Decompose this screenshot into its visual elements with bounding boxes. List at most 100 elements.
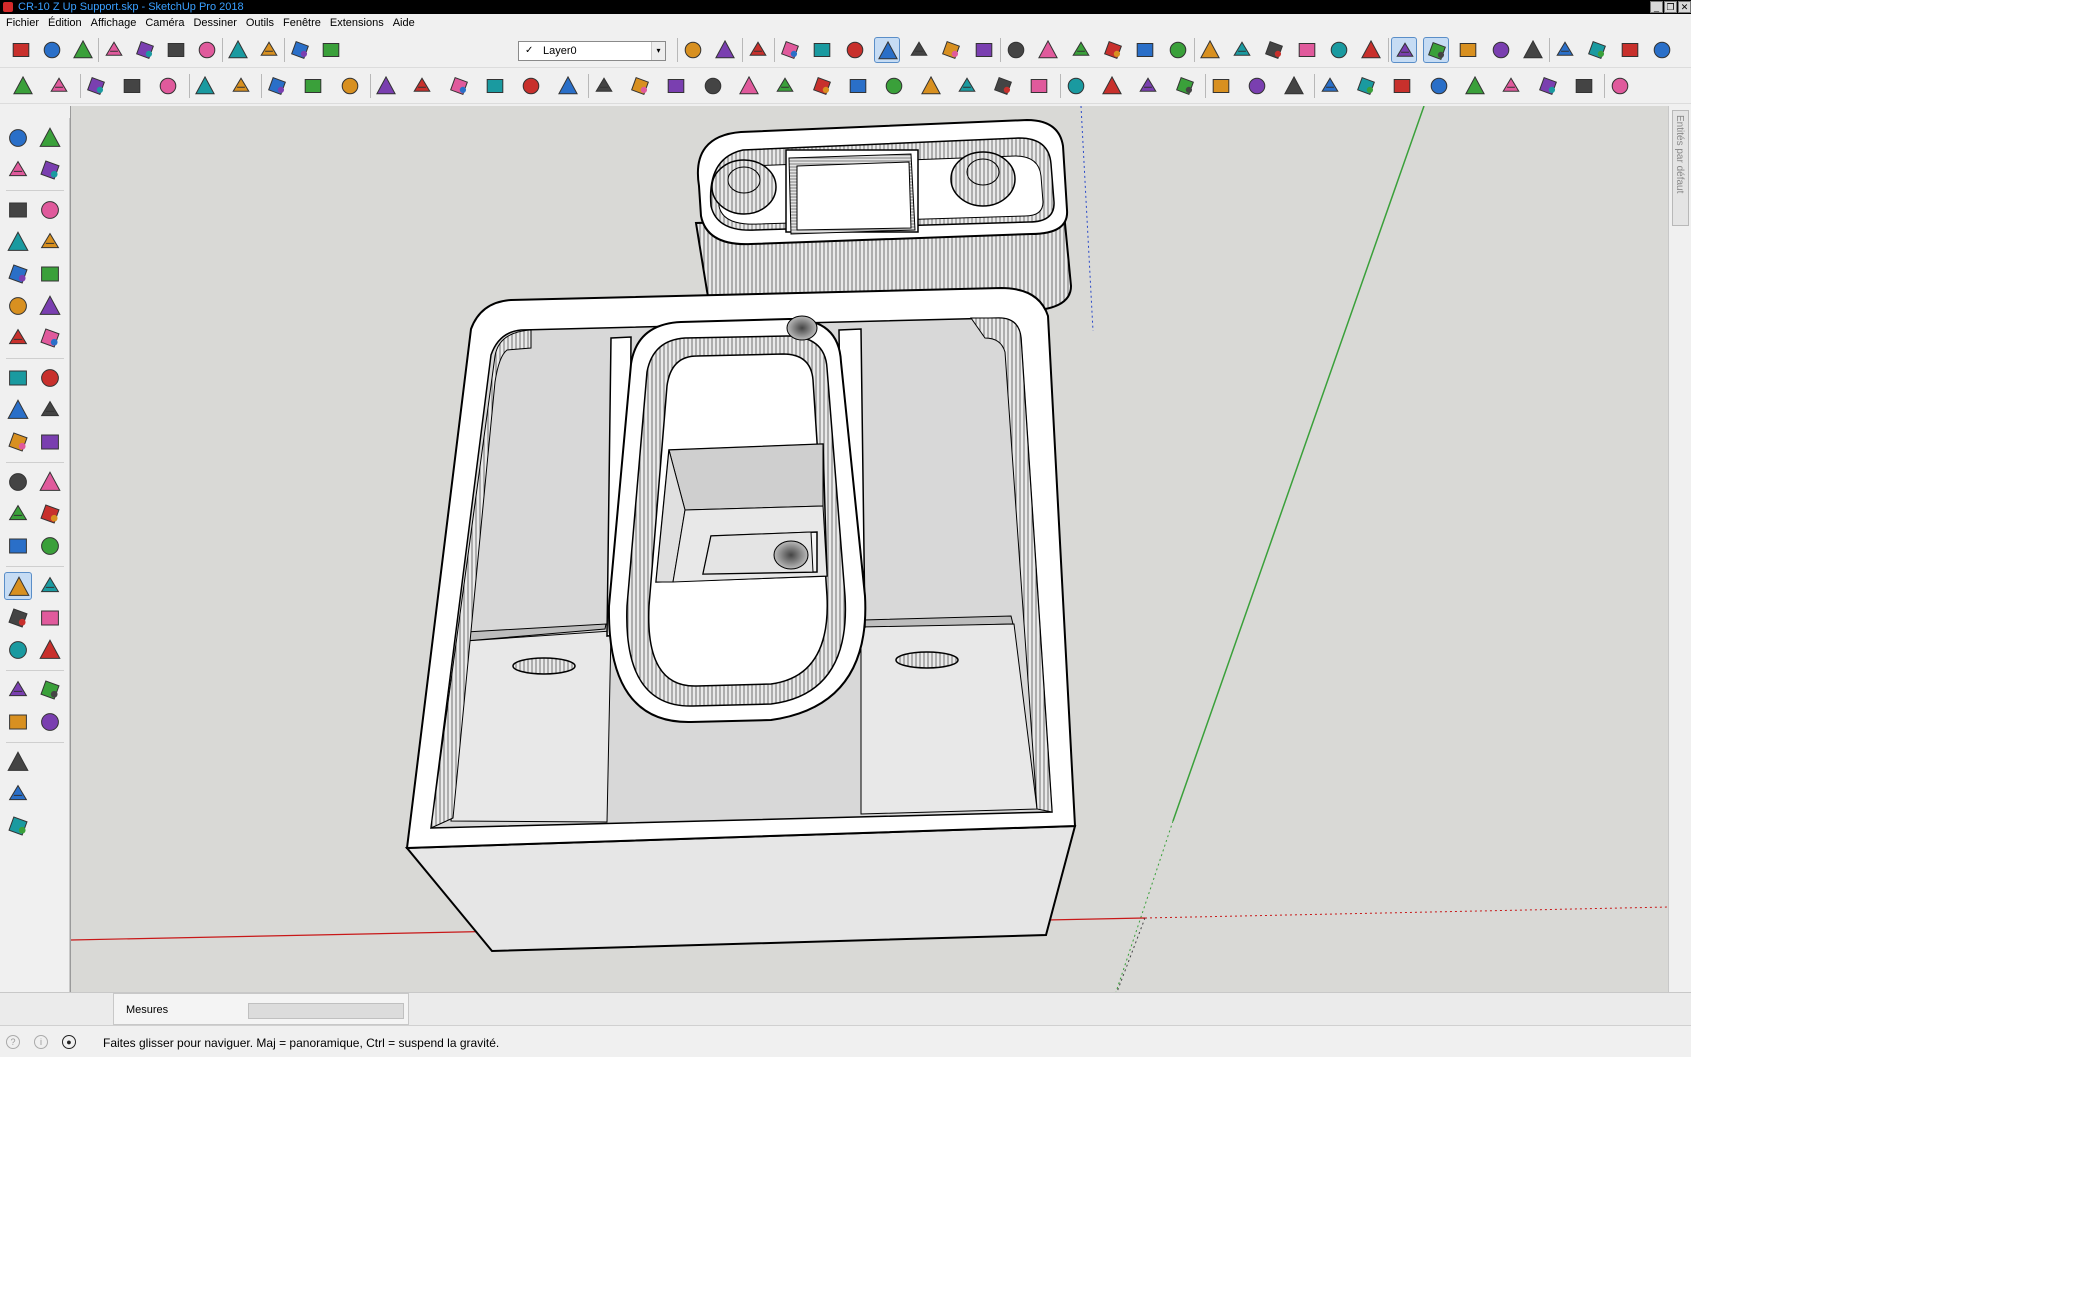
menu-edition[interactable]: Édition <box>46 17 89 29</box>
shaded-button[interactable] <box>906 37 932 63</box>
move-black-button[interactable] <box>1353 73 1379 99</box>
extension-warehouse-button[interactable] <box>1584 37 1610 63</box>
polygon-tool-button[interactable] <box>36 260 64 288</box>
push-pull-tool-button[interactable] <box>36 364 64 392</box>
text-button[interactable] <box>46 73 72 99</box>
2pt-arc-tool-button[interactable] <box>4 324 32 352</box>
right-view-button[interactable] <box>1100 37 1126 63</box>
wedge-button[interactable] <box>663 73 689 99</box>
orbit-button[interactable] <box>1390 37 1417 63</box>
3pt-arc-tool-button[interactable] <box>36 324 64 352</box>
component-tool-button[interactable] <box>36 124 64 152</box>
layer-dropdown[interactable]: ✓ Layer0 ▾ <box>518 41 666 61</box>
base-support-part[interactable] <box>404 286 1077 953</box>
follow-me-tool-button[interactable] <box>36 396 64 424</box>
zoom-extents-tool-button[interactable] <box>4 636 32 664</box>
crosshair-tool-button[interactable] <box>36 708 64 736</box>
rotate-button[interactable] <box>228 73 254 99</box>
walk-tool-button[interactable] <box>4 708 32 736</box>
menu-dessiner[interactable]: Dessiner <box>191 17 243 29</box>
flip-edge-button[interactable] <box>518 73 544 99</box>
arc-tool-button[interactable] <box>4 292 32 320</box>
menu-camera[interactable]: Caméra <box>143 17 191 29</box>
tube-button[interactable] <box>990 73 1016 99</box>
menu-aide[interactable]: Aide <box>391 17 422 29</box>
undo-button[interactable] <box>225 37 251 63</box>
chevron-down-icon[interactable]: ▾ <box>651 42 665 60</box>
geo-location-icon[interactable]: ? <box>6 1035 20 1049</box>
section-cut-button[interactable] <box>1208 73 1234 99</box>
monochrome-button[interactable] <box>971 37 997 63</box>
protractor-tool-button[interactable] <box>4 500 32 528</box>
credits-icon[interactable]: i <box>34 1035 48 1049</box>
sandbox-button[interactable] <box>1520 37 1546 63</box>
3d-warehouse-button[interactable] <box>712 37 738 63</box>
pan-button[interactable] <box>1455 37 1481 63</box>
stamp-button[interactable] <box>409 73 435 99</box>
toggle-terrain-button[interactable] <box>1617 37 1643 63</box>
add-detail-button[interactable] <box>482 73 508 99</box>
menu-extensions[interactable]: Extensions <box>328 17 391 29</box>
axes-button[interactable] <box>1649 37 1675 63</box>
pyramid-button[interactable] <box>700 73 726 99</box>
back-view-button[interactable] <box>1132 37 1158 63</box>
walkthrough-button[interactable] <box>1422 37 1449 63</box>
protractor-button[interactable] <box>155 73 181 99</box>
torus-button[interactable] <box>881 73 907 99</box>
3d-viewport[interactable] <box>70 106 1668 992</box>
section-plane-button[interactable] <box>1488 37 1514 63</box>
iso-button[interactable] <box>1003 37 1029 63</box>
user-account-icon[interactable]: ● <box>62 1035 76 1049</box>
cut-button[interactable] <box>101 37 127 63</box>
geodesic-button[interactable] <box>954 73 980 99</box>
explode-button[interactable] <box>1135 73 1161 99</box>
warehouse-blue-button[interactable] <box>4 780 32 808</box>
save-button[interactable] <box>70 37 96 63</box>
previous-view-tool-button[interactable] <box>36 636 64 664</box>
cube-button[interactable] <box>591 73 617 99</box>
move-n-button[interactable] <box>1498 73 1524 99</box>
select-button[interactable] <box>680 37 706 63</box>
section-tool-button[interactable] <box>36 532 64 560</box>
move-red-button[interactable] <box>1317 73 1343 99</box>
scale-button[interactable] <box>264 73 290 99</box>
default-tray-tab[interactable]: Entités par défaut <box>1672 110 1689 226</box>
pan-tool-button[interactable] <box>36 572 64 600</box>
restore-button[interactable]: ❐ <box>1664 1 1677 13</box>
rotate-tool-button[interactable] <box>4 396 32 424</box>
union-button[interactable] <box>1261 37 1287 63</box>
follow-me-button[interactable] <box>192 73 218 99</box>
drape-button[interactable] <box>446 73 472 99</box>
xray-button[interactable] <box>777 37 803 63</box>
rectangle-tool-button[interactable] <box>4 228 32 256</box>
zoom-window-tool-button[interactable] <box>36 604 64 632</box>
offset-button[interactable] <box>300 73 326 99</box>
split-button[interactable] <box>1358 37 1384 63</box>
new-model-button[interactable] <box>8 37 34 63</box>
tape-button[interactable] <box>119 73 145 99</box>
print-button[interactable] <box>287 37 313 63</box>
menu-fichier[interactable]: Fichier <box>4 17 46 29</box>
circle-tool-button[interactable] <box>4 260 32 288</box>
move-tool-button[interactable] <box>4 364 32 392</box>
pie-tool-button[interactable] <box>36 292 64 320</box>
move-y-button[interactable] <box>1462 73 1488 99</box>
zoom-tool-button[interactable] <box>4 604 32 632</box>
intersect-button[interactable] <box>1229 37 1255 63</box>
grid-texture-button[interactable] <box>373 73 399 99</box>
warehouse-grey-button[interactable] <box>4 812 32 840</box>
subtract-button[interactable] <box>1294 37 1320 63</box>
freehand-tool-button[interactable] <box>36 196 64 224</box>
move-blue-button[interactable] <box>1389 73 1415 99</box>
helix-button[interactable] <box>918 73 944 99</box>
outer-shell-button[interactable] <box>1197 37 1223 63</box>
wireframe-button[interactable] <box>842 37 868 63</box>
select-tool-button[interactable] <box>4 124 32 152</box>
back-edges-button[interactable] <box>809 37 835 63</box>
paint-bucket-button[interactable] <box>10 73 36 99</box>
move-x-button[interactable] <box>1535 73 1561 99</box>
measurements-input[interactable] <box>248 1003 404 1019</box>
close-button[interactable]: ✕ <box>1678 1 1691 13</box>
menu-outils[interactable]: Outils <box>244 17 281 29</box>
axes-tool-button[interactable] <box>4 532 32 560</box>
